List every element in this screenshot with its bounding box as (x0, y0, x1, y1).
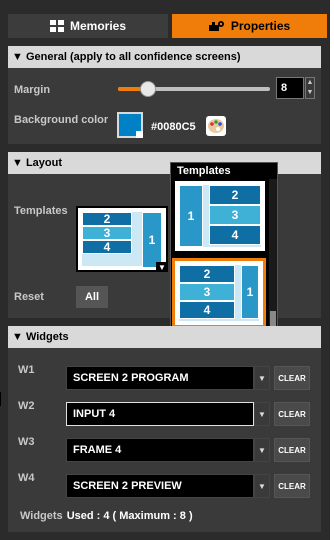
templates-popup-scrollbar[interactable] (269, 179, 277, 329)
templates-popup-title: Templates (177, 165, 231, 177)
template-option-selected[interactable]: 2 3 4 1 (172, 258, 266, 328)
template-cell: 2 (209, 185, 261, 205)
reset-label: Reset (14, 291, 44, 303)
widget-w1-label: W1 (18, 364, 35, 376)
template-dropdown-arrow[interactable]: ▼ (156, 262, 168, 272)
margin-label: Margin (14, 84, 51, 96)
template-canvas: 2 3 4 1 (82, 212, 162, 268)
tab-properties[interactable]: Properties (172, 14, 327, 38)
properties-panel: Memories Properties ▼ General (apply to … (0, 0, 330, 540)
chevron-down-icon[interactable]: ▼ (254, 438, 270, 462)
widgets-summary-label: Widgets (20, 510, 63, 522)
general-section: ▼ General (apply to all confidence scree… (8, 46, 321, 144)
template-cell: 4 (209, 225, 261, 245)
tab-memories[interactable]: Memories (8, 14, 168, 38)
template-cell: 4 (82, 240, 132, 254)
settings-tools-icon (208, 20, 225, 32)
margin-slider-thumb[interactable] (140, 81, 157, 97)
general-section-header[interactable]: ▼ General (apply to all confidence scree… (8, 46, 321, 68)
widget-w2-label: W2 (18, 400, 35, 412)
edge-marker (0, 392, 1, 406)
chevron-down-icon[interactable]: ▼ (254, 402, 270, 426)
widgets-usage-summary: Widgets Used : 4 ( Maximum : 8 ) (20, 510, 193, 522)
widgets-summary-value: Used : 4 ( Maximum : 8 ) (66, 510, 193, 522)
template-cell: 1 (179, 185, 203, 247)
template-cell: 2 (179, 265, 235, 283)
widget-w4-clear-button[interactable]: CLEAR (274, 474, 310, 498)
template-cell: 3 (82, 226, 132, 240)
chevron-down-icon[interactable]: ▼ (254, 366, 270, 390)
widget-w1-clear-button[interactable]: CLEAR (274, 366, 310, 390)
tab-bar: Memories Properties (0, 0, 330, 40)
widget-w3-label: W3 (18, 436, 35, 448)
background-color-label: Background color (14, 114, 109, 126)
template-cell: 3 (209, 205, 261, 225)
template-cell: 3 (179, 283, 235, 301)
widget-w3-select[interactable]: FRAME 4 (66, 438, 254, 462)
widget-w2-clear-button[interactable]: CLEAR (274, 402, 310, 426)
margin-input[interactable]: 8 (276, 77, 304, 99)
current-template-preview[interactable]: 2 3 4 1 ▼ (76, 206, 168, 272)
template-cell: 1 (241, 265, 259, 319)
reset-all-button[interactable]: All (76, 286, 108, 308)
grid-icon (49, 20, 64, 32)
background-color-hex: #0080C5 (151, 121, 196, 133)
color-palette-icon[interactable] (206, 116, 226, 136)
chevron-down-icon[interactable]: ▼ (254, 474, 270, 498)
templates-label: Templates (14, 205, 68, 217)
template-cell: 1 (142, 212, 162, 268)
templates-popup-scroll-thumb[interactable] (270, 311, 276, 327)
template-cell: 2 (82, 212, 132, 226)
template-canvas: 2 3 4 1 (179, 265, 259, 321)
widget-w4-label: W4 (18, 472, 35, 484)
margin-slider[interactable] (118, 81, 270, 97)
margin-spinner[interactable]: ▲ ▼ (305, 77, 315, 99)
templates-popup: Templates 1 2 3 4 2 3 4 1 (170, 162, 278, 330)
widget-w1-select[interactable]: SCREEN 2 PROGRAM (66, 366, 254, 390)
template-cell: 4 (179, 301, 235, 319)
widgets-section-header[interactable]: ▼ Widgets (8, 326, 321, 348)
widgets-section: ▼ Widgets (8, 326, 321, 532)
widget-w3-clear-button[interactable]: CLEAR (274, 438, 310, 462)
swatch-dropdown-corner (136, 131, 143, 138)
template-canvas: 1 2 3 4 (179, 185, 261, 247)
widget-w2-select[interactable]: INPUT 4 (66, 402, 254, 426)
template-option[interactable]: 1 2 3 4 (175, 181, 265, 251)
background-color-swatch[interactable] (117, 112, 143, 138)
widget-w4-select[interactable]: SCREEN 2 PREVIEW (66, 474, 254, 498)
tab-properties-label: Properties (230, 19, 291, 33)
tab-memories-label: Memories (69, 19, 127, 33)
